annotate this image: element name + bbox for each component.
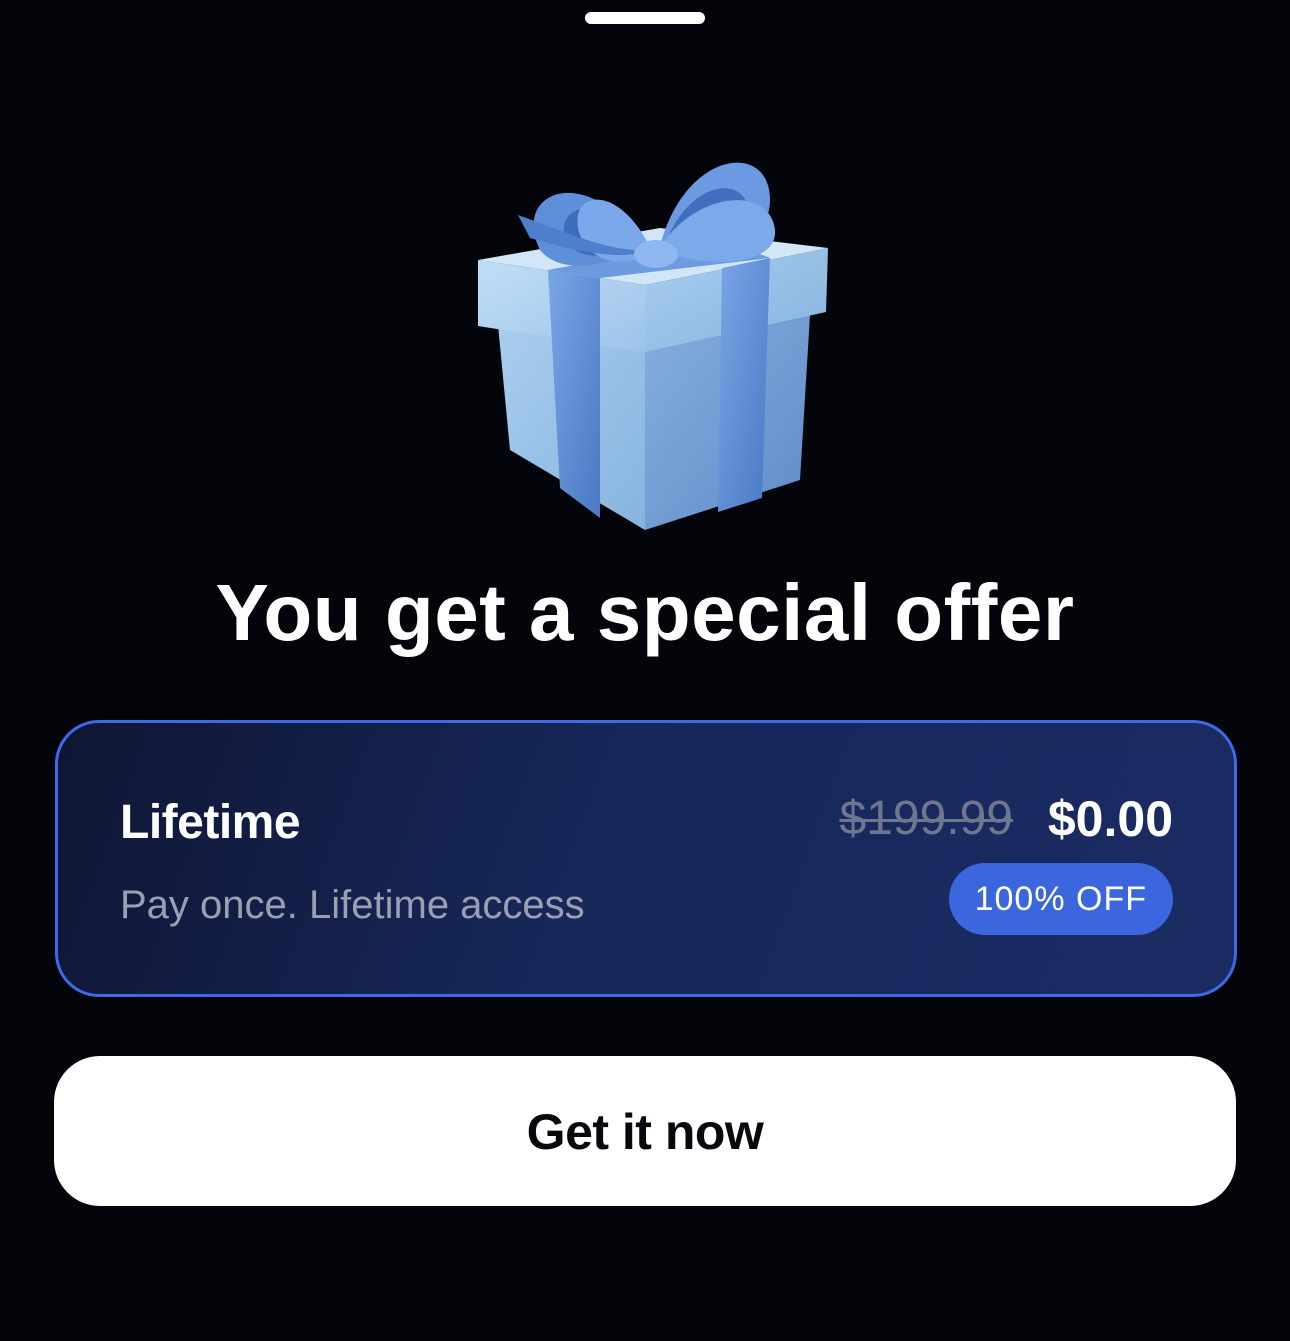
plan-card-lifetime[interactable]: Lifetime Pay once. Lifetime access $199.… — [55, 720, 1237, 997]
get-it-now-button[interactable]: Get it now — [54, 1056, 1236, 1206]
gift-box-icon — [470, 120, 840, 540]
original-price: $199.99 — [839, 792, 1013, 845]
plan-description: Pay once. Lifetime access — [120, 883, 585, 927]
page-title: You get a special offer — [215, 568, 1075, 657]
sheet-grabber[interactable] — [585, 12, 705, 24]
offer-sheet: You get a special offer Lifetime Pay onc… — [0, 0, 1290, 1341]
current-price: $0.00 — [1047, 791, 1173, 847]
discount-badge: 100% OFF — [948, 863, 1173, 935]
plan-name: Lifetime — [120, 796, 301, 849]
